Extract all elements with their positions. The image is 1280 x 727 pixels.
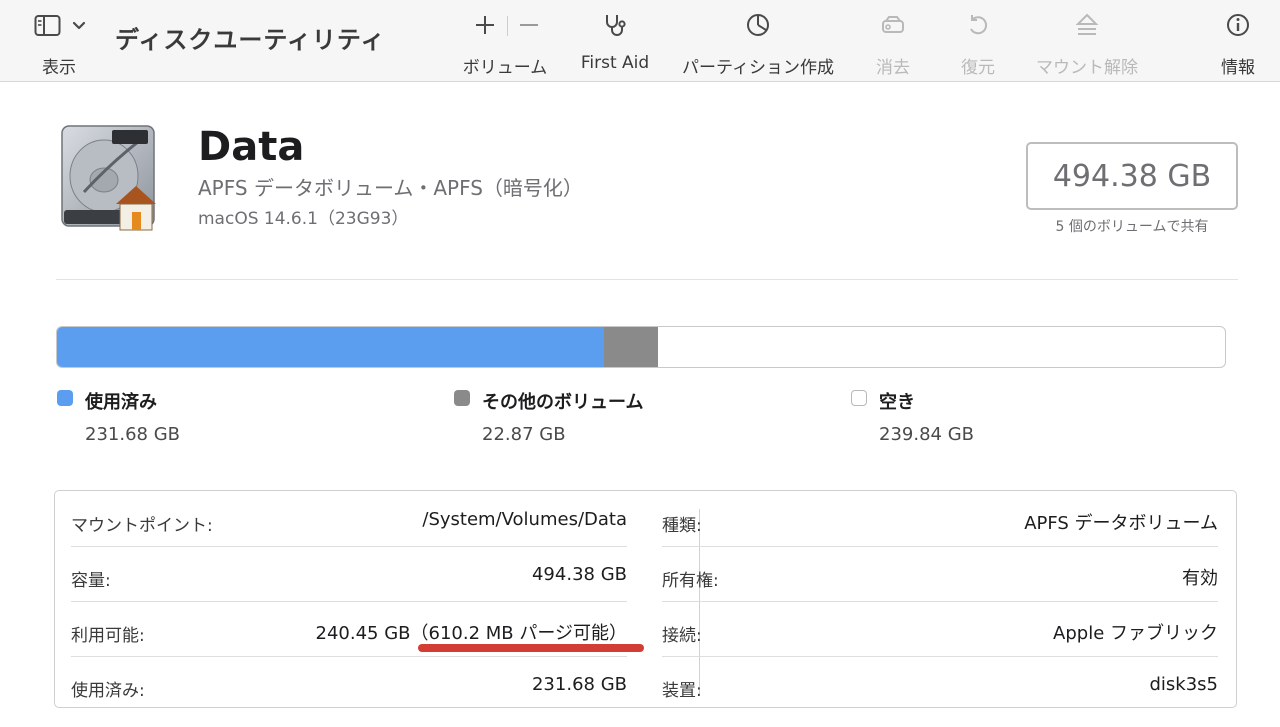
legend-free-label: 空き xyxy=(879,392,915,413)
info-value: 231.68 GB xyxy=(531,674,627,695)
info-row-mount-point: マウントポイント: /System/Volumes/Data xyxy=(71,493,627,547)
info-key: 所有権: xyxy=(662,571,719,591)
volume-subtitle: APFS データボリューム・APFS（暗号化） xyxy=(198,176,583,200)
capacity-box: 494.38 GB xyxy=(1026,142,1238,210)
other-volumes-segment xyxy=(604,327,659,367)
window-title: ディスクユーティリティ xyxy=(115,26,386,54)
info-value: APFS データボリューム xyxy=(1024,513,1218,534)
info-row-ownership: 所有権: 有効 xyxy=(662,548,1218,602)
info-value: 494.38 GB xyxy=(531,564,627,585)
erase-label: 消去 xyxy=(876,58,910,78)
minus-icon xyxy=(520,24,538,26)
info-key: 容量: xyxy=(71,571,111,591)
row-divider xyxy=(71,546,627,547)
info-icon xyxy=(1223,10,1253,40)
used-swatch xyxy=(57,390,73,406)
pie-chart-icon xyxy=(743,10,773,40)
info-value: 有効 xyxy=(1182,568,1218,589)
eject-icon xyxy=(1072,10,1102,40)
info-label: 情報 xyxy=(1221,58,1255,78)
volume-info-panel: マウントポイント: /System/Volumes/Data 容量: 494.3… xyxy=(54,490,1237,708)
info-value: Apple ファブリック xyxy=(1053,623,1218,644)
toolbar: 表示 ディスクユーティリティ ボリューム First Aid パーティション作成… xyxy=(0,0,1280,82)
info-value: /System/Volumes/Data xyxy=(422,509,627,530)
legend-free-value: 239.84 GB xyxy=(879,424,975,445)
info-button[interactable]: 情報 xyxy=(1210,0,1266,82)
info-value: 240.45 GB（610.2 MB パージ可能） xyxy=(315,623,628,644)
view-label: 表示 xyxy=(42,58,76,78)
view-button[interactable]: 表示 xyxy=(30,10,94,78)
red-highlight-underline xyxy=(418,644,644,652)
row-divider xyxy=(662,601,1218,602)
divider xyxy=(507,16,508,36)
stethoscope-icon xyxy=(600,10,630,40)
info-row-capacity: 容量: 494.38 GB xyxy=(71,548,627,602)
first-aid-button[interactable]: First Aid xyxy=(575,0,655,82)
partition-button[interactable]: パーティション作成 xyxy=(680,0,840,82)
restore-label: 復元 xyxy=(961,58,995,78)
info-value: disk3s5 xyxy=(1149,674,1218,695)
legend-used-label: 使用済み xyxy=(85,392,157,413)
shared-volumes-note: 5 個のボリュームで共有 xyxy=(1055,219,1209,235)
volume-name: Data xyxy=(198,124,305,170)
legend-other-value: 22.87 GB xyxy=(482,424,566,445)
info-key: マウントポイント: xyxy=(71,516,213,536)
restore-icon xyxy=(963,10,993,40)
erase-disk-icon xyxy=(878,10,908,40)
internal-disk-icon xyxy=(58,124,162,234)
row-divider xyxy=(662,656,1218,657)
info-row-used: 使用済み: 231.68 GB xyxy=(71,658,627,712)
other-volumes-swatch xyxy=(454,390,470,406)
info-row-type: 種類: APFS データボリューム xyxy=(662,493,1218,547)
storage-usage-bar xyxy=(56,326,1226,368)
row-divider xyxy=(71,601,627,602)
info-key: 利用可能: xyxy=(71,626,145,646)
free-swatch xyxy=(851,390,867,406)
divider xyxy=(56,279,1238,280)
chevron-down-icon xyxy=(72,18,86,37)
row-divider xyxy=(71,656,627,657)
volume-label: ボリューム xyxy=(462,58,548,78)
add-volume-button[interactable] xyxy=(472,12,498,38)
info-key: 装置: xyxy=(662,681,702,701)
info-row-device: 装置: disk3s5 xyxy=(662,658,1218,712)
unmount-label: マウント解除 xyxy=(1036,58,1138,78)
partition-label: パーティション作成 xyxy=(682,58,834,78)
row-divider xyxy=(662,546,1218,547)
erase-button[interactable]: 消去 xyxy=(865,0,925,82)
first-aid-label: First Aid xyxy=(580,53,650,73)
unmount-button[interactable]: マウント解除 xyxy=(1030,0,1145,82)
volume-group: ボリューム xyxy=(450,0,560,82)
volume-os-version: macOS 14.6.1（23G93） xyxy=(198,209,409,229)
restore-button[interactable]: 復元 xyxy=(950,0,1010,82)
remove-volume-button[interactable] xyxy=(516,12,542,38)
info-key: 接続: xyxy=(662,626,702,646)
legend-other-label: その他のボリューム xyxy=(482,392,644,413)
info-key: 種類: xyxy=(662,516,702,536)
used-segment xyxy=(57,327,605,367)
sidebar-icon xyxy=(34,14,62,42)
plus-icon xyxy=(476,16,494,34)
info-key: 使用済み: xyxy=(71,681,145,701)
legend-used-value: 231.68 GB xyxy=(85,424,181,445)
info-row-connection: 接続: Apple ファブリック xyxy=(662,603,1218,657)
